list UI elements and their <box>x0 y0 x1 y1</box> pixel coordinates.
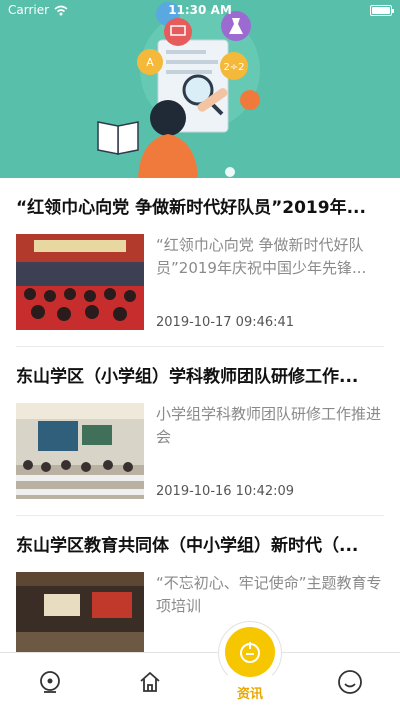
news-item[interactable]: 东山学区（小学组）学科教师团队研修工作... 小学组学科教师团队研修工作推进会 … <box>0 347 400 516</box>
news-item[interactable]: 东山学区教育共同体（中小学组）新时代（... “不忘初心、牢记使命”主题教育专项… <box>0 516 400 652</box>
smile-icon <box>338 669 362 694</box>
status-time: 11:30 AM <box>168 3 232 17</box>
news-summary: “红领巾心向党 争做新时代好队员”2019年庆祝中国少年先锋... <box>156 236 367 277</box>
location-icon <box>40 670 60 693</box>
news-tab-button[interactable] <box>225 626 275 677</box>
news-time: 2019-10-16 10:42:09 <box>156 484 295 499</box>
news-body: 小学组学科教师团队研修工作推进会 2019-10-16 10:42:09 <box>16 403 384 516</box>
news-icon <box>240 641 260 663</box>
tab-home[interactable] <box>120 653 180 710</box>
top-banner: A 2÷2 <box>0 0 400 178</box>
status-bar: Carrier 11:30 AM <box>0 0 400 20</box>
news-thumbnail <box>16 234 144 330</box>
news-time: 2019-10-17 09:46:41 <box>156 315 295 330</box>
home-icon <box>140 671 160 692</box>
tab-location[interactable] <box>20 653 80 710</box>
news-body: “不忘初心、牢记使命”主题教育专项培训 <box>16 572 384 652</box>
news-summary: “不忘初心、牢记使命”主题教育专项培训 <box>156 574 382 615</box>
news-title: “红领巾心向党 争做新时代好队员”2019年... <box>16 198 366 218</box>
tab-news-label: 资讯 <box>236 686 263 702</box>
battery-icon <box>370 4 394 16</box>
news-title: 东山学区（小学组）学科教师团队研修工作... <box>16 367 359 387</box>
news-title: 东山学区教育共同体（中小学组）新时代（... <box>16 536 359 556</box>
news-summary: 小学组学科教师团队研修工作推进会 <box>156 405 382 446</box>
news-feed[interactable]: “红领巾心向党 争做新时代好队员”2019年... “红领巾心向党 争做新时代好… <box>0 178 400 652</box>
svg-text:2÷2: 2÷2 <box>223 62 244 73</box>
tab-profile[interactable] <box>320 653 380 710</box>
news-text: 小学组学科教师团队研修工作推进会 2019-10-16 10:42:09 <box>156 403 384 499</box>
news-text: “红领巾心向党 争做新时代好队员”2019年庆祝中国少年先锋... 2019-1… <box>156 234 384 330</box>
tab-news[interactable]: 资讯 <box>218 620 282 710</box>
news-item[interactable]: “红领巾心向党 争做新时代好队员”2019年... “红领巾心向党 争做新时代好… <box>0 178 400 347</box>
banner-illustration: A 2÷2 <box>97 2 260 178</box>
svg-text:A: A <box>146 56 154 69</box>
news-body: “红领巾心向党 争做新时代好队员”2019年庆祝中国少年先锋... 2019-1… <box>16 234 384 347</box>
bottom-tab-bar: 资讯 <box>0 620 400 710</box>
news-thumbnail <box>16 572 144 652</box>
news-thumbnail <box>16 403 144 499</box>
